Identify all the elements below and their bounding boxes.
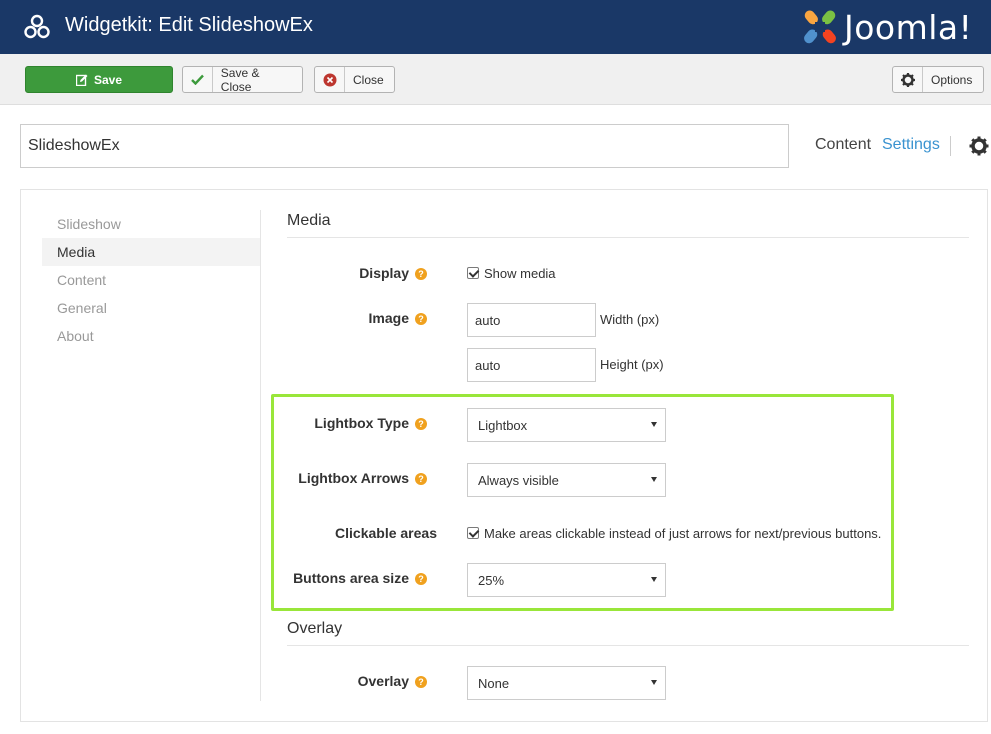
help-icon[interactable]: ? (415, 268, 427, 280)
lightbox-type-value: Lightbox (478, 418, 528, 433)
sidebar-item-slideshow[interactable]: Slideshow (42, 210, 261, 238)
display-label: Display? (359, 265, 427, 281)
settings-gear-icon[interactable] (969, 136, 989, 156)
clickable-areas-checkbox-row[interactable]: Make areas clickable instead of just arr… (467, 526, 881, 541)
save-close-button[interactable]: Save & Close (182, 65, 303, 94)
close-circle-icon (315, 67, 345, 92)
media-section-title: Media (287, 212, 331, 229)
clickable-areas-checkbox[interactable] (467, 527, 479, 539)
show-media-checkbox-row[interactable]: Show media (467, 266, 556, 281)
tab-settings[interactable]: Settings (882, 136, 940, 154)
overlay-section-rule (287, 645, 969, 646)
joomla-logo-icon (804, 10, 836, 44)
clickable-areas-text: Make areas clickable instead of just arr… (484, 526, 882, 541)
lightbox-arrows-label: Lightbox Arrows? (298, 470, 427, 486)
lightbox-type-select[interactable]: Lightbox (467, 408, 666, 442)
widgetkit-icon (24, 14, 50, 39)
save-button[interactable]: Save (25, 66, 173, 93)
width-unit-label: Width (px) (600, 312, 660, 327)
lightbox-type-label: Lightbox Type? (314, 415, 427, 431)
sidebar-item-general[interactable]: General (42, 294, 261, 322)
image-height-input[interactable]: auto (467, 348, 596, 382)
options-button[interactable]: Options (892, 66, 984, 93)
image-width-input[interactable]: auto (467, 303, 596, 337)
tab-content[interactable]: Content (815, 136, 871, 154)
height-unit-label: Height (px) (600, 357, 664, 372)
options-button-label: Options (931, 72, 973, 87)
chevron-down-icon (651, 577, 657, 582)
sidebar-item-about[interactable]: About (42, 322, 261, 350)
settings-panel: Slideshow Media Content General About Me… (20, 189, 988, 722)
check-icon (183, 67, 213, 92)
image-label-wrap: Image? (287, 310, 427, 330)
overlay-label-wrap: Overlay? (287, 673, 427, 693)
help-icon[interactable]: ? (415, 676, 427, 688)
page-title: Widgetkit: Edit SlideshowEx (65, 14, 313, 36)
edit-icon (75, 74, 88, 86)
close-button-label: Close (353, 72, 384, 87)
close-button[interactable]: Close (314, 66, 395, 93)
sidebar-item-media[interactable]: Media (42, 238, 261, 266)
media-section-rule (287, 237, 969, 238)
lightbox-arrows-value: Always visible (478, 473, 559, 488)
overlay-label: Overlay? (358, 673, 427, 689)
overlay-select[interactable]: None (467, 666, 666, 700)
gear-icon (893, 67, 923, 92)
help-icon[interactable]: ? (415, 573, 427, 585)
buttons-area-value: 25% (478, 573, 505, 588)
sidebar-item-content[interactable]: Content (42, 266, 261, 294)
buttons-area-label: Buttons area size? (293, 570, 427, 586)
sidebar-divider (260, 210, 261, 701)
widget-name-input[interactable]: SlideshowEx (20, 124, 789, 168)
overlay-value: None (478, 676, 510, 691)
help-icon[interactable]: ? (415, 473, 427, 485)
toolbar: Save Save & Close Close Options (0, 54, 991, 105)
show-media-checkbox[interactable] (467, 267, 479, 279)
lightbox-arrows-label-wrap: Lightbox Arrows? (287, 470, 427, 490)
chevron-down-icon (651, 422, 657, 427)
help-icon[interactable]: ? (415, 418, 427, 430)
buttons-area-select[interactable]: 25% (467, 563, 666, 597)
clickable-areas-label: Clickable areas (335, 525, 437, 541)
show-media-label: Show media (484, 266, 556, 281)
save-close-button-label: Save & Close (220, 65, 260, 94)
lightbox-type-label-wrap: Lightbox Type? (287, 415, 427, 435)
chevron-down-icon (651, 680, 657, 685)
image-label: Image? (369, 310, 427, 326)
clickable-areas-label-wrap: Clickable areas (287, 525, 437, 545)
joomla-logo: Joomla! (800, 7, 990, 47)
chevron-down-icon (651, 477, 657, 482)
save-button-label: Save (93, 72, 123, 87)
joomla-logo-text: Joomla! (844, 8, 973, 47)
display-label-wrap: Display? (287, 265, 427, 285)
buttons-area-label-wrap: Buttons area size? (287, 570, 427, 590)
tab-divider (950, 136, 951, 156)
overlay-section-title: Overlay (287, 620, 343, 637)
app-header: Widgetkit: Edit SlideshowEx Joomla! (0, 0, 991, 54)
lightbox-arrows-select[interactable]: Always visible (467, 463, 666, 497)
help-icon[interactable]: ? (415, 313, 427, 325)
